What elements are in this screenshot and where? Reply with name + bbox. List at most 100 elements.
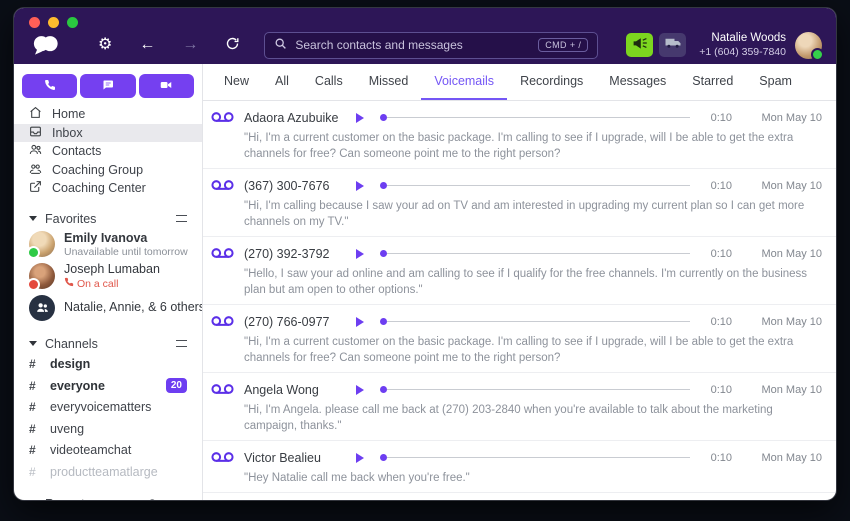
playhead-dot[interactable] — [380, 318, 387, 325]
channel-name: everyone — [50, 379, 105, 393]
app-window: ⚙ ← → Search contacts and messages CMD +… — [14, 8, 836, 500]
voicemail-row[interactable]: (367) 300-7676 0:10 Mon May 10 "Hi, I'm … — [203, 169, 836, 237]
play-button[interactable] — [356, 385, 364, 395]
playhead-dot[interactable] — [380, 454, 387, 461]
inbox-tab[interactable]: Starred — [679, 64, 746, 100]
recent-search-icon[interactable] — [147, 498, 159, 500]
vehicle-button[interactable] — [659, 33, 686, 57]
search-input[interactable]: Search contacts and messages CMD + / — [264, 32, 598, 59]
playback-progress-bar[interactable] — [380, 318, 690, 325]
announcements-button[interactable] — [626, 33, 653, 57]
sidebar-nav-item[interactable]: Home — [14, 105, 202, 124]
contact-name: Natalie, Annie, & 6 others — [64, 300, 187, 315]
minimize-window-button[interactable] — [48, 17, 59, 28]
voicemail-row[interactable]: (270) 392-3792 0:10 Mon May 10 "Hello, I… — [203, 237, 836, 305]
favorite-contact-row[interactable]: Joseph Lumaban On a call — [14, 260, 202, 293]
voicemail-row[interactable]: (270) 766-0977 0:10 Mon May 10 "Hi, I'm … — [203, 305, 836, 373]
collapse-triangle-icon[interactable] — [29, 341, 37, 346]
channel-row[interactable]: # design — [14, 354, 202, 376]
progress-track — [387, 117, 690, 119]
play-button[interactable] — [356, 181, 364, 191]
favorite-contact-row[interactable]: Natalie, Annie, & 6 others — [14, 293, 202, 323]
playback-progress-bar[interactable] — [380, 114, 690, 121]
back-icon[interactable]: ← — [139, 37, 155, 53]
channel-row[interactable]: # videoteamchat — [14, 440, 202, 462]
caller-name: (270) 766-0977 — [244, 315, 350, 329]
inbox-tab[interactable]: Voicemails — [421, 64, 507, 100]
caller-name: Victor Bealieu — [244, 451, 350, 465]
inbox-tab[interactable]: Messages — [596, 64, 679, 100]
favorite-contact-row[interactable]: Emily Ivanova Unavailable until tomorrow — [14, 229, 202, 261]
caller-name: (270) 392-3792 — [244, 247, 350, 261]
voicemail-duration: 0:10 — [704, 112, 732, 124]
voicemail-row[interactable]: Victor Bealieu 0:10 Mon May 10 "Hey Nata… — [203, 441, 836, 493]
maximize-window-button[interactable] — [67, 17, 78, 28]
section-menu-icon[interactable] — [176, 340, 187, 347]
search-shortcut-badge: CMD + / — [538, 38, 588, 52]
refresh-icon[interactable] — [225, 36, 240, 55]
collapse-triangle-icon[interactable] — [29, 216, 37, 221]
favorites-section-header[interactable]: Favorites — [14, 209, 202, 229]
channel-name: uveng — [50, 422, 84, 436]
play-button[interactable] — [356, 113, 364, 123]
inbox-main: New All Calls Missed Voicemails Recordin… — [203, 64, 836, 500]
hash-icon: # — [29, 422, 39, 436]
contacts-icon — [29, 143, 42, 159]
titlebar: ⚙ ← → Search contacts and messages CMD +… — [14, 8, 836, 64]
play-button[interactable] — [356, 453, 364, 463]
close-window-button[interactable] — [29, 17, 40, 28]
group-people-icon — [35, 300, 50, 315]
inbox-tab[interactable]: Spam — [746, 64, 805, 100]
playhead-dot[interactable] — [380, 250, 387, 257]
voicemail-icon — [211, 247, 235, 260]
voicemail-date: Mon May 10 — [746, 180, 822, 192]
voicemail-icon — [211, 315, 235, 328]
playback-progress-bar[interactable] — [380, 386, 690, 393]
sidebar-nav-item[interactable]: Contacts — [14, 142, 202, 161]
new-call-button[interactable] — [22, 74, 77, 98]
channel-row[interactable]: # everyvoicematters — [14, 397, 202, 419]
progress-track — [387, 457, 690, 459]
inbox-tab[interactable]: Calls — [302, 64, 356, 100]
channel-row[interactable]: # everyone 20 — [14, 375, 202, 397]
user-avatar[interactable] — [795, 32, 822, 59]
tab-label: Messages — [609, 74, 666, 88]
section-menu-icon[interactable] — [176, 215, 187, 222]
playback-progress-bar[interactable] — [380, 182, 690, 189]
playback-progress-bar[interactable] — [380, 454, 690, 461]
progress-track — [387, 185, 690, 187]
phone-icon — [44, 79, 56, 94]
coaching-icon — [29, 162, 42, 178]
inbox-tab[interactable]: Recordings — [507, 64, 596, 100]
playhead-dot[interactable] — [380, 182, 387, 189]
forward-icon[interactable]: → — [182, 37, 198, 53]
voicemail-transcript: "Hi, I'm Angela. please call me back at … — [244, 402, 822, 434]
inbox-tab[interactable]: All — [262, 64, 302, 100]
channels-section-header[interactable]: Channels — [14, 334, 202, 354]
playhead-dot[interactable] — [380, 386, 387, 393]
voicemail-list: Adaora Azubuike 0:10 Mon May 10 "Hi, I'm… — [203, 101, 836, 500]
status-dot — [27, 278, 40, 291]
sidebar-nav-item[interactable]: Inbox — [14, 124, 202, 143]
play-button[interactable] — [356, 317, 364, 327]
channel-row[interactable]: # uveng — [14, 418, 202, 440]
settings-gear-icon[interactable]: ⚙ — [98, 37, 112, 53]
voicemail-row[interactable]: Angela Wong 0:10 Mon May 10 "Hi, I'm Ang… — [203, 373, 836, 441]
voicemail-row[interactable]: (270) 100-3820 0:10 Mon May 10 "Hi I wan… — [203, 493, 836, 500]
playhead-dot[interactable] — [380, 114, 387, 121]
inbox-tab[interactable]: New — [211, 64, 262, 100]
play-button[interactable] — [356, 249, 364, 259]
recent-section-header[interactable]: Recent — [14, 494, 202, 500]
tab-label: Recordings — [520, 74, 583, 88]
voicemail-row[interactable]: Adaora Azubuike 0:10 Mon May 10 "Hi, I'm… — [203, 101, 836, 169]
sidebar-nav-item[interactable]: Coaching Center — [14, 179, 202, 198]
inbox-tab[interactable]: Missed — [356, 64, 422, 100]
new-message-button[interactable] — [80, 74, 135, 98]
voicemail-transcript: "Hi, I'm calling because I saw your ad o… — [244, 198, 822, 230]
progress-track — [387, 321, 690, 323]
new-meeting-button[interactable] — [139, 74, 194, 98]
status-text: On a call — [77, 278, 118, 291]
sidebar-nav-item[interactable]: Coaching Group — [14, 161, 202, 180]
playback-progress-bar[interactable] — [380, 250, 690, 257]
channel-row[interactable]: # productteamatlarge — [14, 461, 202, 483]
